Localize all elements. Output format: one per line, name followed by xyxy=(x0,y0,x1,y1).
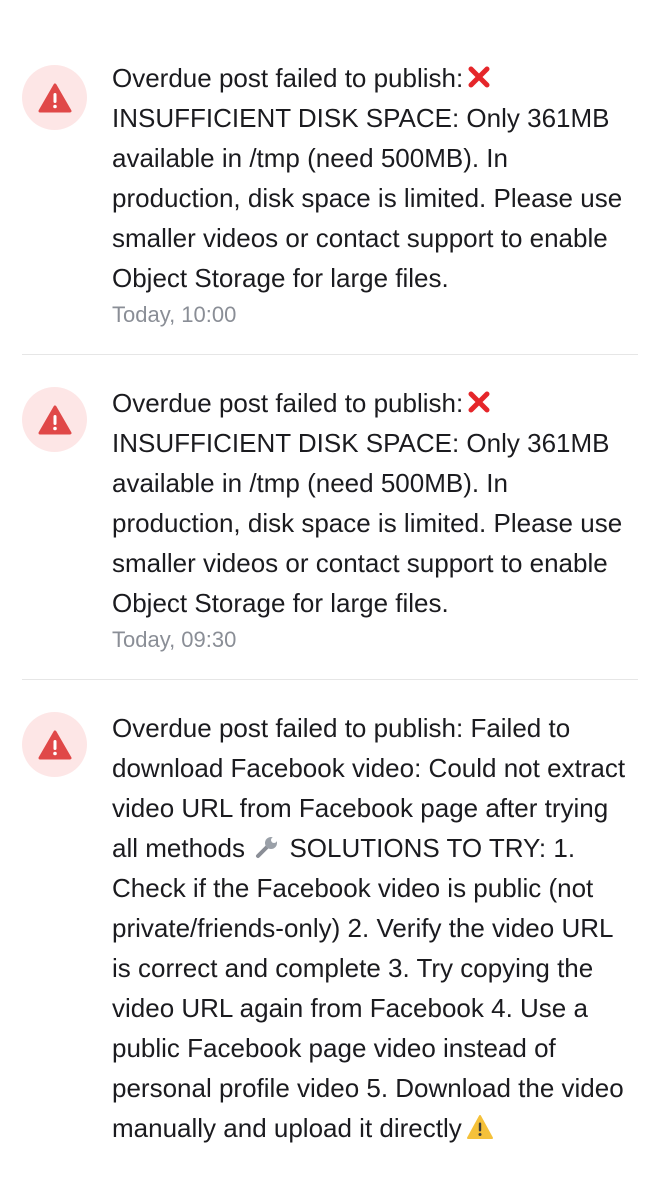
wrench-icon xyxy=(254,831,280,858)
warning-triangle-icon xyxy=(22,65,87,130)
warning-sign-icon xyxy=(466,1111,494,1139)
notification-message: Overdue post failed to publish: INSUFFIC… xyxy=(112,383,638,623)
message-part2: SOLUTIONS TO TRY: 1. Check if the Facebo… xyxy=(112,833,624,1143)
notification-content: Overdue post failed to publish: INSUFFIC… xyxy=(112,383,638,679)
message-body: INSUFFICIENT DISK SPACE: Only 361MB avai… xyxy=(112,428,623,618)
notification-message: Overdue post failed to publish: Failed t… xyxy=(112,708,638,1148)
message-prefix: Overdue post failed to publish: xyxy=(112,63,464,93)
notification-timestamp: Today, 10:00 xyxy=(112,302,237,327)
notification-item[interactable]: Overdue post failed to publish: INSUFFIC… xyxy=(22,0,638,355)
notification-content: Overdue post failed to publish: Failed t… xyxy=(112,708,638,1148)
notification-message: Overdue post failed to publish: INSUFFIC… xyxy=(112,58,638,298)
notification-item[interactable]: Overdue post failed to publish: INSUFFIC… xyxy=(22,355,638,680)
notification-item[interactable]: Overdue post failed to publish: Failed t… xyxy=(22,680,638,1148)
message-body: INSUFFICIENT DISK SPACE: Only 361MB avai… xyxy=(112,103,623,293)
notification-timestamp: Today, 09:30 xyxy=(112,627,237,652)
warning-triangle-icon xyxy=(22,712,87,777)
cross-mark-icon xyxy=(467,60,491,88)
message-prefix: Overdue post failed to publish: xyxy=(112,388,464,418)
warning-triangle-icon xyxy=(22,387,87,452)
cross-mark-icon xyxy=(467,385,491,413)
notification-list: Overdue post failed to publish: INSUFFIC… xyxy=(0,0,654,1198)
notification-content: Overdue post failed to publish: INSUFFIC… xyxy=(112,58,638,354)
